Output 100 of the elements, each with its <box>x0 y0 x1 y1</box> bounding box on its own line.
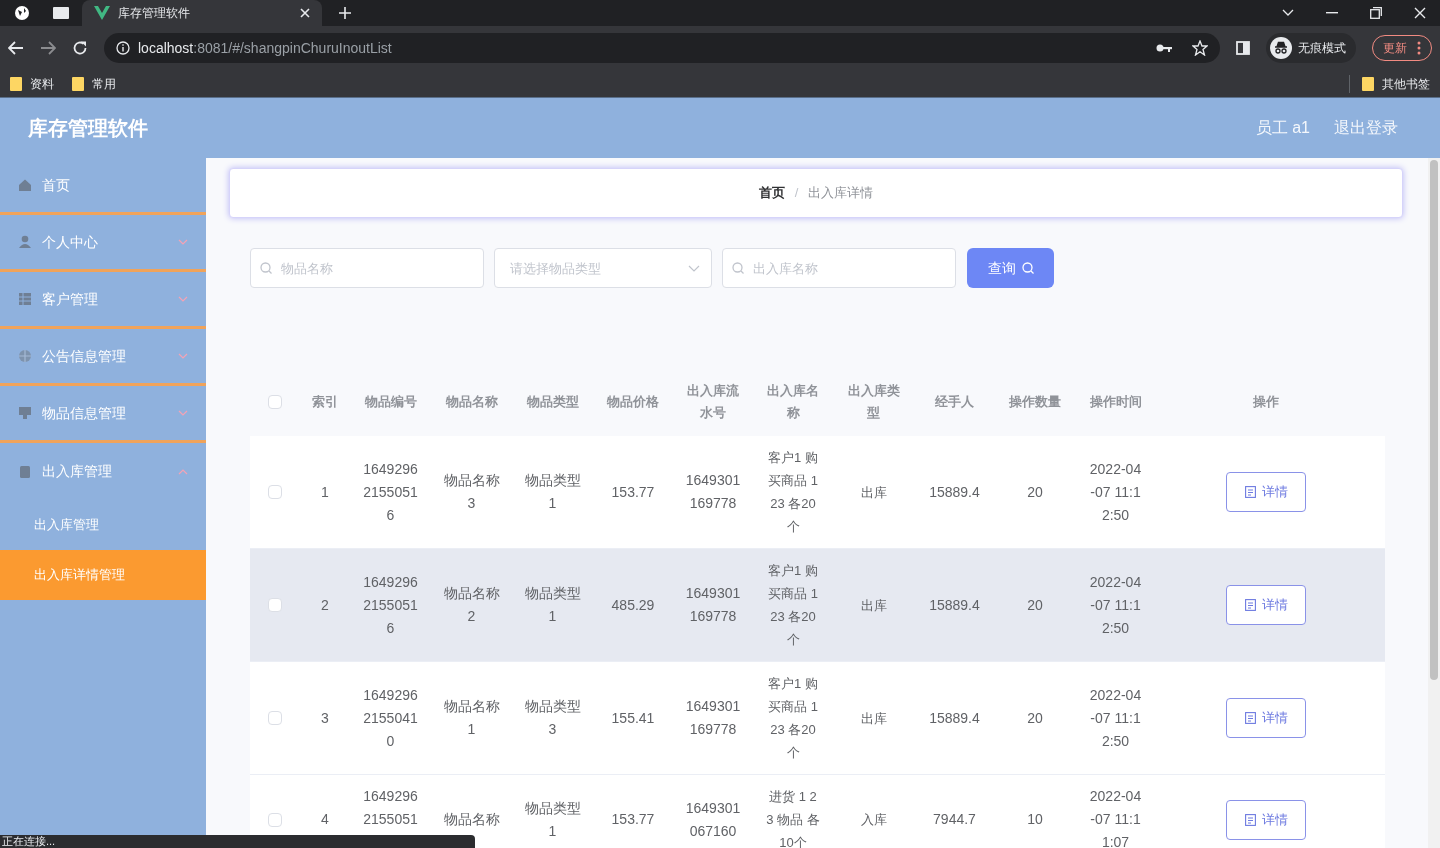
star-icon[interactable] <box>1192 40 1208 56</box>
bookmark[interactable]: 常用 <box>72 74 116 93</box>
table-cell-text: 15889.4 <box>928 482 981 502</box>
close-icon[interactable] <box>1414 7 1426 19</box>
restore-icon[interactable] <box>1370 7 1382 19</box>
incognito-icon <box>1270 37 1292 59</box>
table-cell-text: 4 <box>321 810 329 829</box>
chevron-down-icon[interactable] <box>1282 9 1294 17</box>
table-cell-text: 1649301169778 <box>685 471 741 513</box>
chevron-down-icon <box>688 265 700 272</box>
document-icon <box>1244 599 1256 611</box>
table-cell-text: 客户1 购买商品 123 各20个 <box>767 562 819 649</box>
column-header: 物品价格 <box>607 393 659 411</box>
home-icon <box>18 178 32 192</box>
table-cell-text: 485.29 <box>610 595 656 615</box>
table-cell-text: 20 <box>1026 595 1044 615</box>
table-row[interactable]: 1 164929621550516 物品名称3 物品类型1 153.77 1649301169778 客户1 购买商品 123 各20个 出库 15889.4 20 2022-04-07 11:12:50 详情 <box>250 436 1385 549</box>
search-field[interactable]: 物品名称 <box>250 248 484 288</box>
table-cell-text: 153.77 <box>610 482 656 502</box>
more-vertical-icon <box>1417 41 1421 55</box>
table-cell-text: 物品名称 <box>443 810 500 829</box>
globe-icon[interactable] <box>14 5 30 21</box>
breadcrumb-link[interactable]: 首页 <box>758 183 785 203</box>
sidebar-subitem[interactable]: 出入库管理 <box>0 500 206 550</box>
table-cell-text: 2022-04-07 11:12:50 <box>1088 572 1143 638</box>
column-header: 出入库流水号 <box>686 382 740 422</box>
table-cell-text: 入库 <box>859 811 888 829</box>
column-header: 出入库名称 <box>766 382 820 422</box>
breadcrumb-separator: / <box>794 184 799 203</box>
bookmark[interactable]: 资料 <box>10 74 54 93</box>
column-header: 物品编号 <box>364 393 417 411</box>
scrollbar-thumb[interactable] <box>1430 160 1438 680</box>
detail-button[interactable]: 详情 <box>1226 585 1306 625</box>
logout-link[interactable]: 退出登录 <box>1334 116 1398 140</box>
table-cell-text: 7944.7 <box>932 810 977 829</box>
folder-icon <box>10 76 22 91</box>
table-cell-text: 2 <box>321 595 329 615</box>
table-cell-text: 164929621550516 <box>363 572 418 638</box>
table-row[interactable]: 4 16492962155051 物品名称 物品类型1 153.77 1649301067160 进货 1 23 物品 各10个 入库 7944.7 10 2022-04-07 11:11:07 详情 <box>250 775 1385 848</box>
column-header: 物品类型 <box>526 393 579 411</box>
table-cell-text: 164929621550516 <box>363 459 418 525</box>
column-header: 索引 <box>312 393 338 411</box>
detail-button[interactable]: 详情 <box>1226 698 1306 738</box>
reload-icon[interactable] <box>72 40 88 56</box>
info-icon[interactable] <box>116 41 130 55</box>
table-row[interactable]: 2 164929621550516 物品名称2 物品类型1 485.29 1649301169778 客户1 购买商品 123 各20个 出库 15889.4 20 2022-04-07 11:12:50 详情 <box>250 549 1385 662</box>
close-icon[interactable] <box>300 8 310 18</box>
table-cell-text: 1649301169778 <box>685 584 741 626</box>
new-tab-icon[interactable] <box>338 6 352 20</box>
tab-overview-icon[interactable] <box>52 6 70 20</box>
detail-button[interactable]: 详情 <box>1226 799 1306 840</box>
table-cell-text: 2022-04-07 11:12:50 <box>1088 685 1143 751</box>
search-icon <box>1021 262 1034 274</box>
tab-title: 库存管理软件 <box>118 5 191 22</box>
table-row[interactable]: 3 164929621550410 物品名称1 物品类型3 155.41 1649301169778 客户1 购买商品 123 各20个 出库 15889.4 20 2022-04-07 11:12:50 详情 <box>250 662 1385 775</box>
browser-tab[interactable]: 库存管理软件 <box>82 0 322 26</box>
table-cell-text: 1649301067160 <box>685 798 741 841</box>
table-cell-text: 物品名称2 <box>443 584 500 626</box>
bookmark[interactable]: 其他书签 <box>1349 74 1430 93</box>
minimize-icon[interactable] <box>1326 12 1338 14</box>
table-cell-text: 物品类型3 <box>524 697 581 739</box>
sidebar-subitem[interactable]: 出入库详情管理 <box>0 550 206 600</box>
back-arrow-icon[interactable] <box>8 41 24 55</box>
checkbox[interactable] <box>268 812 282 827</box>
forward-arrow-icon[interactable] <box>40 41 56 55</box>
table-cell-text: 164929621550410 <box>363 685 418 751</box>
query-button[interactable]: 查询 <box>967 248 1054 288</box>
status-bar: 正在连接... <box>0 835 475 848</box>
key-icon[interactable] <box>1156 43 1172 53</box>
table-cell-text: 客户1 购买商品 123 各20个 <box>767 675 819 762</box>
table-cell-text: 2022-04-07 11:12:50 <box>1088 459 1143 525</box>
detail-button[interactable]: 详情 <box>1226 472 1306 512</box>
monitor-icon <box>18 406 32 420</box>
vue-logo-icon <box>94 6 110 20</box>
column-header: 操作时间 <box>1089 393 1142 411</box>
sidebar-item[interactable]: 出入库管理 <box>0 443 206 500</box>
column-header: 操作 <box>1253 393 1279 411</box>
checkbox[interactable] <box>268 395 282 409</box>
select-field[interactable]: 请选择物品类型 <box>494 248 712 288</box>
table-cell-text: 3 <box>321 708 329 728</box>
incognito-badge[interactable]: 无痕模式 <box>1266 33 1356 63</box>
table-cell-text: 1 <box>321 482 329 502</box>
search-icon <box>260 262 272 274</box>
table-cell-text: 客户1 购买商品 123 各20个 <box>767 449 819 536</box>
table-cell-text: 出库 <box>859 483 888 502</box>
checkbox[interactable] <box>268 598 282 612</box>
side-panel-icon[interactable] <box>1236 41 1250 55</box>
column-header: 操作数量 <box>1009 393 1061 411</box>
table-cell-text: 进货 1 23 物品 各10个 <box>766 788 820 848</box>
user-name[interactable]: 员工 a1 <box>1255 116 1310 140</box>
search-field[interactable]: 出入库名称 <box>722 248 956 288</box>
user-icon <box>18 235 32 249</box>
app-title: 库存管理软件 <box>28 116 148 141</box>
table-cell-text: 物品名称1 <box>443 697 500 739</box>
table-cell-text: 物品类型1 <box>524 584 581 626</box>
folder-icon <box>1362 76 1374 91</box>
column-header: 物品名称 <box>445 393 498 411</box>
checkbox[interactable] <box>268 485 282 499</box>
checkbox[interactable] <box>268 711 282 725</box>
table-cell-text: 物品名称3 <box>443 471 500 513</box>
